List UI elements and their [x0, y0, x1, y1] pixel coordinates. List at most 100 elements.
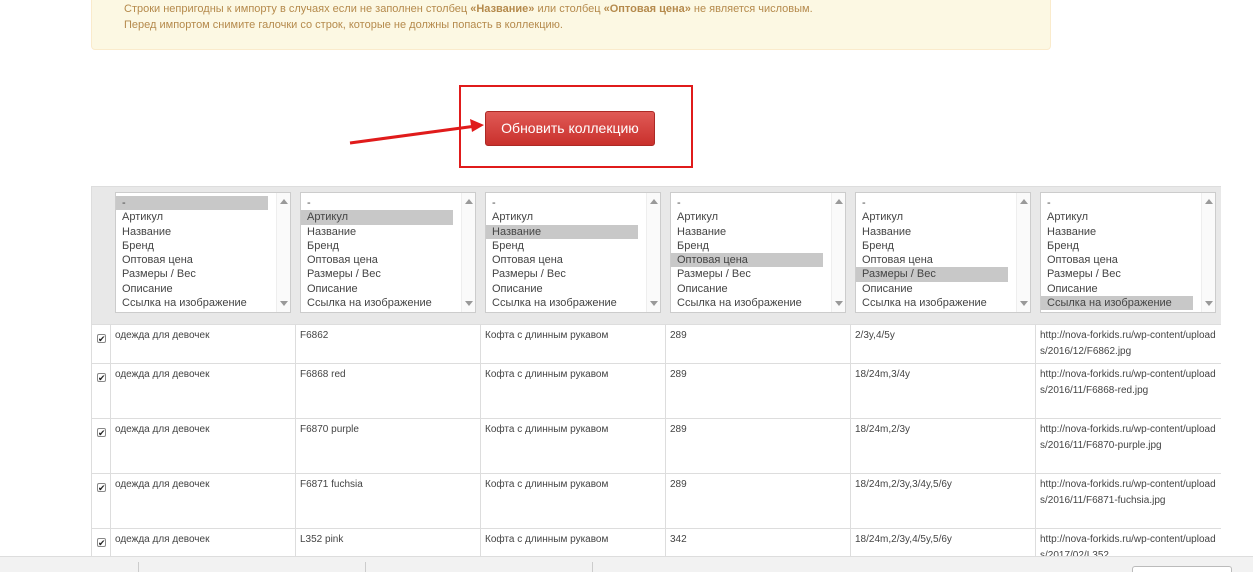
- column-mapping-select[interactable]: - Артикул Название Бренд Оптовая цена Размеры…: [485, 192, 661, 313]
- select-option[interactable]: Оптовая цена: [116, 253, 290, 267]
- table-cell: 289: [666, 364, 851, 418]
- scroll-down-icon[interactable]: [835, 301, 843, 306]
- scrollbar[interactable]: [461, 193, 475, 312]
- select-option[interactable]: -: [671, 196, 845, 210]
- select-option[interactable]: Ссылка на изображение: [856, 296, 1030, 310]
- scrollbar[interactable]: [276, 193, 290, 312]
- select-option[interactable]: Описание: [671, 282, 845, 296]
- column-mapping-select[interactable]: - Артикул Название Бренд Оптовая цена Размеры…: [115, 192, 291, 313]
- row-checkbox[interactable]: ✔: [97, 483, 106, 493]
- table-cell: 2/3y,4/5y: [851, 325, 1036, 363]
- scroll-down-icon[interactable]: [1205, 301, 1213, 306]
- select-option[interactable]: Размеры / Вес: [671, 267, 845, 281]
- select-option[interactable]: Ссылка на изображение: [301, 296, 475, 310]
- select-option[interactable]: Название: [856, 225, 1030, 239]
- select-option[interactable]: Описание: [301, 282, 475, 296]
- select-option[interactable]: Ссылка на изображение: [116, 296, 290, 310]
- select-option[interactable]: -: [1041, 196, 1215, 210]
- column-mapping-select[interactable]: - Артикул Название Бренд Оптовая цена Размеры…: [300, 192, 476, 313]
- select-option[interactable]: Название: [486, 224, 638, 239]
- select-option[interactable]: Бренд: [856, 239, 1030, 253]
- select-option[interactable]: Бренд: [116, 239, 290, 253]
- scrollbar[interactable]: [646, 193, 660, 312]
- table-cell: http://nova-forkids.ru/wp-content/upload…: [1036, 474, 1221, 528]
- scrollbar[interactable]: [1201, 193, 1215, 312]
- select-option[interactable]: Размеры / Вес: [486, 267, 660, 281]
- update-collection-button[interactable]: Обновить коллекцию: [485, 111, 655, 146]
- select-option[interactable]: -: [486, 196, 660, 210]
- select-option[interactable]: Оптовая цена: [486, 253, 660, 267]
- select-option[interactable]: -: [301, 196, 475, 210]
- select-option[interactable]: Ссылка на изображение: [486, 296, 660, 310]
- select-option[interactable]: Артикул: [116, 210, 290, 224]
- select-option[interactable]: Название: [1041, 225, 1215, 239]
- select-option[interactable]: Бренд: [486, 239, 660, 253]
- select-option[interactable]: Название: [671, 225, 845, 239]
- select-option[interactable]: Размеры / Вес: [856, 267, 1008, 282]
- select-option[interactable]: Артикул: [486, 210, 660, 224]
- table-cell: http://nova-forkids.ru/wp-content/upload…: [1036, 325, 1221, 363]
- scroll-up-icon[interactable]: [280, 199, 288, 204]
- toolbar-divider: [365, 562, 366, 572]
- select-option[interactable]: Описание: [856, 282, 1030, 296]
- select-option[interactable]: Размеры / Вес: [301, 267, 475, 281]
- select-option[interactable]: Оптовая цена: [671, 253, 823, 268]
- select-option[interactable]: Оптовая цена: [301, 253, 475, 267]
- select-option[interactable]: Описание: [1041, 282, 1215, 296]
- select-option[interactable]: -: [116, 196, 268, 211]
- scroll-up-icon[interactable]: [1020, 199, 1028, 204]
- select-option[interactable]: Артикул: [301, 210, 453, 225]
- select-option[interactable]: Размеры / Вес: [1041, 267, 1215, 281]
- select-option[interactable]: Артикул: [671, 210, 845, 224]
- select-option[interactable]: Описание: [486, 282, 660, 296]
- notice-line-2: Перед импортом снимите галочки со строк,…: [124, 19, 563, 31]
- select-option[interactable]: Название: [301, 225, 475, 239]
- select-option[interactable]: Бренд: [1041, 239, 1215, 253]
- scroll-up-icon[interactable]: [1205, 199, 1213, 204]
- select-option[interactable]: Бренд: [301, 239, 475, 253]
- table-cell: одежда для девочек: [111, 364, 296, 418]
- table-cell: F6870 purple: [296, 419, 481, 473]
- scrollbar[interactable]: [1016, 193, 1030, 312]
- table-row: ✔ одежда для девочек F6870 purple Кофта с д…: [92, 418, 1221, 473]
- select-option[interactable]: Артикул: [1041, 210, 1215, 224]
- table-cell: 18/24m,2/3y: [851, 419, 1036, 473]
- scroll-down-icon[interactable]: [650, 301, 658, 306]
- select-option[interactable]: Оптовая цена: [1041, 253, 1215, 267]
- select-option[interactable]: Ссылка на изображение: [671, 296, 845, 310]
- scroll-up-icon[interactable]: [650, 199, 658, 204]
- row-checkbox[interactable]: ✔: [97, 334, 106, 344]
- scroll-up-icon[interactable]: [835, 199, 843, 204]
- row-checkbox[interactable]: ✔: [97, 373, 106, 383]
- row-select-cell: ✔: [92, 419, 111, 473]
- scrollbar[interactable]: [831, 193, 845, 312]
- scroll-down-icon[interactable]: [465, 301, 473, 306]
- table-cell: F6862: [296, 325, 481, 363]
- select-option[interactable]: -: [856, 196, 1030, 210]
- select-option[interactable]: Бренд: [671, 239, 845, 253]
- column-mapping-select[interactable]: - Артикул Название Бренд Оптовая цена Размеры…: [670, 192, 846, 313]
- toolbar-button[interactable]: [1132, 566, 1232, 572]
- table-cell: Кофта с длинным рукавом: [481, 474, 666, 528]
- row-checkbox[interactable]: ✔: [97, 428, 106, 438]
- row-checkbox[interactable]: ✔: [97, 538, 106, 548]
- table-cell: Кофта с длинным рукавом: [481, 325, 666, 363]
- row-select-cell: ✔: [92, 364, 111, 418]
- select-option[interactable]: Артикул: [856, 210, 1030, 224]
- select-option[interactable]: Описание: [116, 282, 290, 296]
- table-cell: 18/24m,2/3y,3/4y,5/6y: [851, 474, 1036, 528]
- notice-line-1: Строки непригодны к импорту в случаях ес…: [124, 3, 813, 15]
- toolbar-divider: [592, 562, 593, 572]
- row-select-cell: ✔: [92, 474, 111, 528]
- select-option[interactable]: Ссылка на изображение: [1041, 296, 1193, 311]
- scroll-down-icon[interactable]: [1020, 301, 1028, 306]
- scroll-up-icon[interactable]: [465, 199, 473, 204]
- scroll-down-icon[interactable]: [280, 301, 288, 306]
- select-option[interactable]: Оптовая цена: [856, 253, 1030, 267]
- column-mapping-select[interactable]: - Артикул Название Бренд Оптовая цена Размеры…: [855, 192, 1031, 313]
- column-mapping-select[interactable]: - Артикул Название Бренд Оптовая цена Размеры…: [1040, 192, 1216, 313]
- table-cell: Кофта с длинным рукавом: [481, 419, 666, 473]
- select-option[interactable]: Размеры / Вес: [116, 267, 290, 281]
- select-option[interactable]: Название: [116, 225, 290, 239]
- table-cell: 289: [666, 474, 851, 528]
